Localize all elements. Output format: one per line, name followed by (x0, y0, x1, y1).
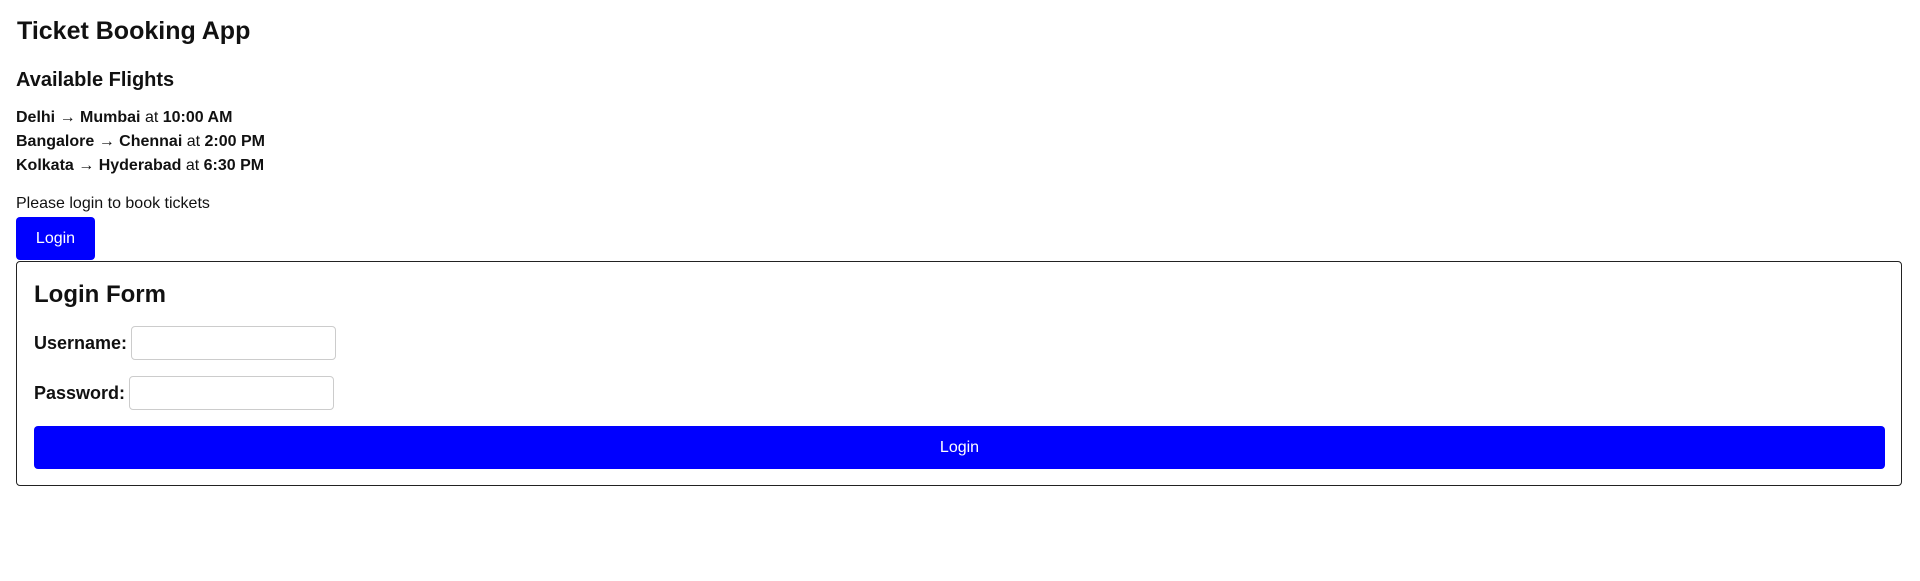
login-form-title: Login Form (34, 281, 166, 308)
flight-connector: at (186, 133, 201, 150)
available-flights-heading: Available Flights (16, 69, 175, 91)
route-arrow: → (59, 109, 76, 126)
flight-destination: Chennai (119, 133, 183, 150)
login-form: Login Form Username: Password: Login (16, 261, 1902, 486)
password-label: Password: (34, 382, 126, 403)
route-arrow: → (78, 157, 95, 174)
username-input[interactable] (131, 326, 337, 360)
flight-time: 2:00 PM (204, 133, 265, 150)
flight-destination: Mumbai (80, 109, 141, 126)
flight-time: 10:00 AM (162, 109, 233, 126)
password-row: Password: (34, 376, 335, 410)
flight-origin: Delhi (16, 109, 56, 126)
password-input[interactable] (129, 376, 335, 410)
flight-item: Bangalore → Chennai at 2:00 PM (16, 130, 265, 154)
flight-origin: Kolkata (16, 157, 74, 174)
app-title: Ticket Booking App (17, 17, 251, 45)
submit-login-button[interactable]: Login (34, 426, 1885, 469)
route-arrow: → (98, 133, 115, 150)
flight-item: Delhi → Mumbai at 10:00 AM (16, 106, 265, 130)
flight-connector: at (144, 109, 159, 126)
username-row: Username: (34, 326, 337, 360)
flight-list: Delhi → Mumbai at 10:00 AM Bangalore → C… (16, 106, 265, 178)
login-button[interactable]: Login (16, 217, 95, 260)
login-prompt: Please login to book tickets (16, 195, 210, 212)
flight-item: Kolkata → Hyderabad at 6:30 PM (16, 154, 265, 178)
username-label: Username: (34, 332, 128, 353)
flight-origin: Bangalore (16, 133, 95, 150)
flight-destination: Hyderabad (98, 157, 182, 174)
flight-time: 6:30 PM (203, 157, 265, 174)
flight-connector: at (185, 157, 200, 174)
